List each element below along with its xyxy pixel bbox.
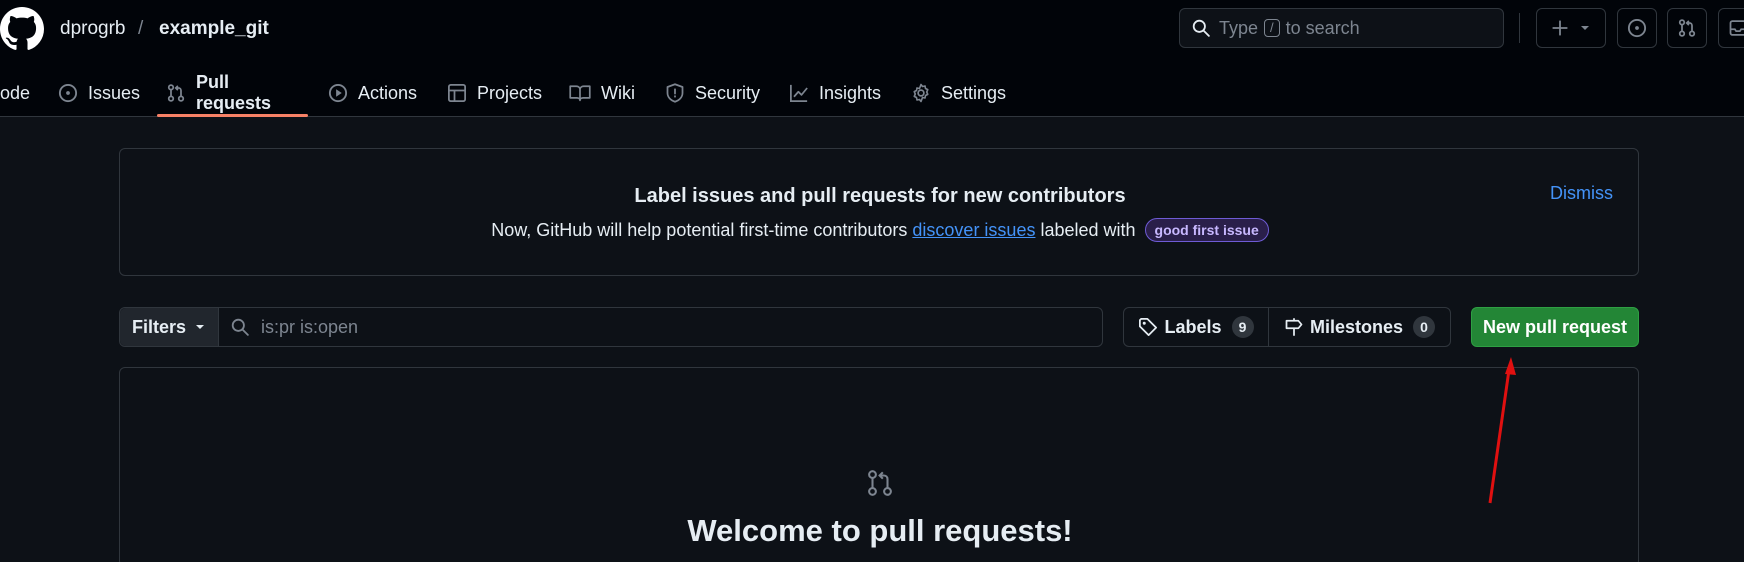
tab-settings-label: Settings — [941, 82, 1007, 103]
tag-icon — [1139, 318, 1158, 336]
tab-actions-label: Actions — [358, 82, 418, 103]
filter-bar: Filters is:pr is:open — [119, 307, 1103, 347]
milestone-icon — [1285, 318, 1303, 336]
pull-request-icon — [868, 470, 892, 496]
create-new-button[interactable] — [1536, 8, 1606, 48]
search-shortcut-key: / — [1264, 19, 1280, 37]
tab-projects-label: Projects — [477, 82, 543, 103]
inbox-icon — [1729, 20, 1744, 36]
tab-pull-requests[interactable]: Pull requests — [166, 70, 271, 116]
tab-issues[interactable]: Issues — [58, 70, 140, 116]
discover-issues-link[interactable]: discover issues — [912, 220, 1035, 240]
tab-code[interactable]: ode — [0, 70, 30, 116]
plus-icon — [1552, 20, 1568, 36]
new-pull-request-button[interactable]: New pull request — [1471, 307, 1639, 347]
tab-insights[interactable]: Insights — [789, 70, 881, 116]
shield-icon — [666, 83, 684, 103]
banner-text: Now, GitHub will help potential first-ti… — [120, 218, 1640, 242]
inbox-button[interactable] — [1718, 8, 1744, 48]
breadcrumb-repo[interactable]: example_git — [159, 17, 269, 41]
search-placeholder-prefix: Type — [1219, 17, 1259, 38]
app-header: dprogrb / example_git Type / to search o… — [0, 0, 1744, 117]
tab-security-label: Security — [695, 82, 761, 103]
tab-security[interactable]: Security — [665, 70, 760, 116]
breadcrumb-separator: / — [138, 18, 144, 39]
labels-button[interactable]: Labels 9 — [1124, 308, 1269, 346]
tab-wiki-label: Wiki — [601, 82, 635, 103]
search-placeholder-suffix: to search — [1285, 17, 1360, 38]
dismiss-button[interactable]: Dismiss — [1550, 183, 1613, 204]
labels-label: Labels — [1164, 316, 1222, 337]
graph-icon — [790, 84, 808, 102]
banner-text-before: Now, GitHub will help potential first-ti… — [491, 220, 913, 240]
gear-icon — [913, 83, 929, 103]
milestones-button[interactable]: Milestones 0 — [1269, 308, 1450, 346]
tab-code-label: ode — [0, 82, 31, 103]
good-first-issue-label[interactable]: good first issue — [1144, 218, 1269, 242]
search-icon — [231, 318, 249, 336]
banner-title: Label issues and pull requests for new c… — [634, 185, 1126, 207]
milestones-label: Milestones — [1309, 316, 1404, 337]
blankslate-title: Welcome to pull requests! — [687, 513, 1073, 548]
pull-request-icon — [167, 84, 185, 102]
tab-issues-label: Issues — [88, 82, 141, 103]
issue-icon — [58, 83, 78, 103]
chevron-down-icon — [1581, 26, 1589, 30]
table-icon — [448, 84, 466, 102]
tab-projects[interactable]: Projects — [447, 70, 542, 116]
breadcrumb-owner[interactable]: dprogrb — [60, 17, 126, 41]
tab-actions[interactable]: Actions — [328, 70, 417, 116]
play-icon — [328, 83, 348, 103]
filters-label: Filters — [131, 316, 187, 337]
tab-insights-label: Insights — [819, 82, 882, 103]
banner-text-after: labeled with — [1035, 220, 1141, 240]
filter-input-value: is:pr is:open — [261, 316, 359, 337]
labels-count: 9 — [1231, 316, 1254, 338]
book-icon — [569, 85, 591, 102]
filter-input[interactable]: is:pr is:open — [219, 308, 1102, 346]
issue-icon — [1627, 18, 1647, 38]
search-icon — [1192, 19, 1210, 37]
filters-dropdown-button[interactable]: Filters — [120, 308, 219, 346]
your-pull-requests-button[interactable] — [1667, 8, 1707, 48]
milestones-count: 0 — [1413, 316, 1436, 338]
tab-pull-requests-label: Pull requests — [196, 72, 272, 113]
header-divider — [1519, 13, 1520, 43]
github-logo-icon[interactable] — [0, 7, 44, 51]
active-tab-indicator — [157, 114, 308, 117]
chevron-down-icon — [196, 325, 205, 329]
search-input[interactable]: Type / to search — [1179, 8, 1504, 48]
pull-request-icon — [1678, 19, 1696, 37]
blankslate: Welcome to pull requests! — [119, 367, 1639, 562]
tab-wiki[interactable]: Wiki — [569, 70, 635, 116]
tab-settings[interactable]: Settings — [911, 70, 1006, 116]
your-issues-button[interactable] — [1617, 8, 1657, 48]
contributors-banner: Label issues and pull requests for new c… — [119, 148, 1639, 276]
labels-milestones-group: Labels 9 Milestones 0 — [1123, 307, 1451, 347]
